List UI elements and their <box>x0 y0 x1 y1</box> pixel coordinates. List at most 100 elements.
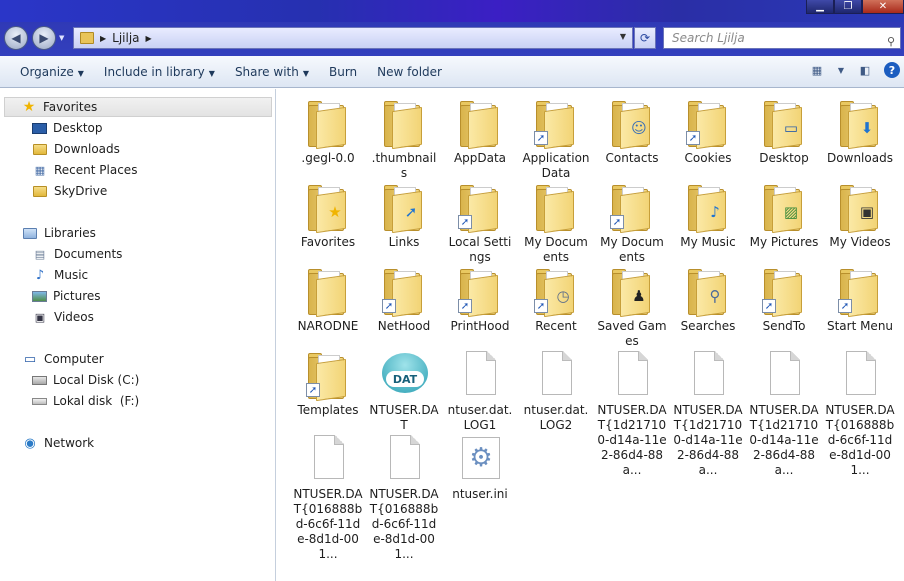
item-label: ntuser.ini <box>452 487 508 501</box>
address-dropdown-icon[interactable]: ▼ <box>620 32 626 41</box>
nav-documents[interactable]: ▤ Documents <box>32 244 123 264</box>
folder-item[interactable]: NARODNE <box>293 265 363 334</box>
burn-button[interactable]: Burn <box>319 65 367 79</box>
folder-item[interactable]: .thumbnails <box>369 97 439 181</box>
forward-arrow-icon: ▶ <box>39 31 49 45</box>
folder-item[interactable]: ♪ My Music <box>673 181 743 250</box>
item-label: Local Settings <box>448 235 512 264</box>
close-button[interactable]: ✕ <box>862 0 904 14</box>
folder-icon <box>302 97 354 150</box>
refresh-button[interactable]: ⟳ <box>634 27 656 49</box>
folder-item[interactable]: ➚ Application Data <box>521 97 591 181</box>
title-bar: ▁ ❐ ✕ <box>0 0 904 22</box>
folder-item[interactable]: ☺ Contacts <box>597 97 667 166</box>
folder-item[interactable]: ▭ Desktop <box>749 97 819 166</box>
address-bar[interactable]: ▶ Ljilja ▶ ▼ <box>73 27 633 49</box>
back-arrow-icon: ◀ <box>11 31 21 45</box>
folder-item[interactable]: ⚲ Searches <box>673 265 743 334</box>
nav-videos[interactable]: ▣ Videos <box>32 307 94 327</box>
folder-icon <box>454 97 506 150</box>
share-with-button[interactable]: Share with ▼ <box>225 65 319 79</box>
folder-item[interactable]: ➚ PrintHood <box>445 265 515 334</box>
folder-item[interactable]: ➚ Links <box>369 181 439 250</box>
folder-item[interactable]: ♟ Saved Games <box>597 265 667 349</box>
folder-icon: ➚ <box>682 97 734 150</box>
nav-local-disk-c[interactable]: Local Disk (C:) <box>32 370 139 390</box>
file-item[interactable]: DAT NTUSER.DAT <box>369 349 439 433</box>
file-item[interactable]: NTUSER.DAT{016888bd-6c6f-11de-8d1d-001..… <box>825 349 895 478</box>
nav-desktop[interactable]: Desktop <box>32 118 103 138</box>
folder-icon: ▣ <box>834 181 886 234</box>
folder-item[interactable]: ➚ SendTo <box>749 265 819 334</box>
folder-icon: ▨ <box>758 181 810 234</box>
folder-item[interactable]: ➚ Templates <box>293 349 363 418</box>
command-bar: Organize ▼ Include in library ▼ Share with… <box>0 56 904 88</box>
network-icon: ◉ <box>24 435 36 451</box>
file-item[interactable]: NTUSER.DAT{016888bd-6c6f-11de-8d1d-001..… <box>293 433 363 562</box>
nav-downloads[interactable]: Downloads <box>32 139 120 159</box>
breadcrumb-ljilja[interactable]: Ljilja <box>112 31 139 45</box>
nav-pictures[interactable]: Pictures <box>32 286 101 306</box>
folder-item[interactable]: ★ Favorites <box>293 181 363 250</box>
recent-pages-dropdown[interactable]: ▼ <box>59 34 64 42</box>
breadcrumb-arrow-icon[interactable]: ▶ <box>146 34 152 43</box>
item-label: My Documents <box>600 235 664 264</box>
item-label: My Music <box>680 235 736 249</box>
address-row: ◀ ▶ ▼ ▶ Ljilja ▶ ▼ ⟳ Search Ljilja ⚲ <box>0 22 904 56</box>
document-icon <box>606 349 658 401</box>
item-label: NARODNE <box>297 319 359 333</box>
nav-recent-places[interactable]: ▦ Recent Places <box>32 160 138 180</box>
folder-item[interactable]: ⬇ Downloads <box>825 97 895 166</box>
folder-item[interactable]: ◷ ➚ Recent <box>521 265 591 334</box>
nav-music[interactable]: ♪ Music <box>32 265 88 285</box>
new-folder-button[interactable]: New folder <box>367 65 452 79</box>
folder-item[interactable]: ➚ NetHood <box>369 265 439 334</box>
search-input[interactable]: Search Ljilja ⚲ <box>663 27 901 49</box>
forward-button[interactable]: ▶ <box>32 26 56 50</box>
item-label: NTUSER.DAT{016888bd-6c6f-11de-8d1d-001..… <box>369 487 439 561</box>
nav-libraries[interactable]: Libraries <box>22 223 96 243</box>
folder-icon <box>302 265 354 318</box>
pictures-icon: ▨ <box>783 203 799 221</box>
file-item[interactable]: NTUSER.DAT{1d217100-d14a-11e2-86d4-88a..… <box>749 349 819 478</box>
folder-item[interactable]: ➚ Start Menu <box>825 265 895 334</box>
preview-pane-icon[interactable]: ◧ <box>856 62 874 78</box>
shortcut-arrow-icon: ➚ <box>306 383 320 397</box>
item-label: NTUSER.DAT{016888bd-6c6f-11de-8d1d-001..… <box>293 487 363 561</box>
folder-item[interactable]: ▨ My Pictures <box>749 181 819 250</box>
folder-item[interactable]: My Documents <box>521 181 591 265</box>
folder-item[interactable]: ➚ Cookies <box>673 97 743 166</box>
item-label: .gegl-0.0 <box>301 151 355 165</box>
folder-item[interactable]: .gegl-0.0 <box>293 97 363 166</box>
include-in-library-button[interactable]: Include in library ▼ <box>94 65 225 79</box>
minimize-button[interactable]: ▁ <box>806 0 834 14</box>
maximize-button[interactable]: ❐ <box>834 0 862 14</box>
change-view-icon[interactable]: ▦ <box>808 62 826 78</box>
folder-item[interactable]: ➚ Local Settings <box>445 181 515 265</box>
help-icon[interactable]: ? <box>884 62 900 78</box>
back-button[interactable]: ◀ <box>4 26 28 50</box>
folder-item[interactable]: ▣ My Videos <box>825 181 895 250</box>
search-icon[interactable]: ⚲ <box>887 32 895 52</box>
folder-icon: ♟ <box>606 265 658 318</box>
shortcut-arrow-icon: ➚ <box>458 299 472 313</box>
document-icon <box>454 349 506 401</box>
folder-item[interactable]: AppData <box>445 97 515 166</box>
file-item[interactable]: ntuser.dat.LOG2 <box>521 349 591 433</box>
view-dropdown-icon[interactable]: ▼ <box>836 62 846 78</box>
nav-lokal-disk-f[interactable]: Lokal disk (F:) <box>32 391 139 411</box>
file-item[interactable]: ⚙ ntuser.ini <box>445 433 515 502</box>
file-item[interactable]: NTUSER.DAT{1d217100-d14a-11e2-86d4-88a..… <box>597 349 667 478</box>
nav-computer[interactable]: ▭ Computer <box>22 349 104 369</box>
nav-skydrive[interactable]: SkyDrive <box>32 181 107 201</box>
breadcrumb-arrow-icon[interactable]: ▶ <box>100 34 106 43</box>
organize-button[interactable]: Organize ▼ <box>10 65 94 79</box>
file-item[interactable]: ntuser.dat.LOG1 <box>445 349 515 433</box>
shortcut-arrow-icon: ➚ <box>382 299 396 313</box>
folder-icon: ➚ <box>454 265 506 318</box>
file-item[interactable]: NTUSER.DAT{1d217100-d14a-11e2-86d4-88a..… <box>673 349 743 478</box>
folder-item[interactable]: ➚ My Documents <box>597 181 667 265</box>
file-item[interactable]: NTUSER.DAT{016888bd-6c6f-11de-8d1d-001..… <box>369 433 439 562</box>
nav-network[interactable]: ◉ Network <box>22 433 94 453</box>
nav-favorites[interactable]: ★ Favorites <box>4 97 272 117</box>
